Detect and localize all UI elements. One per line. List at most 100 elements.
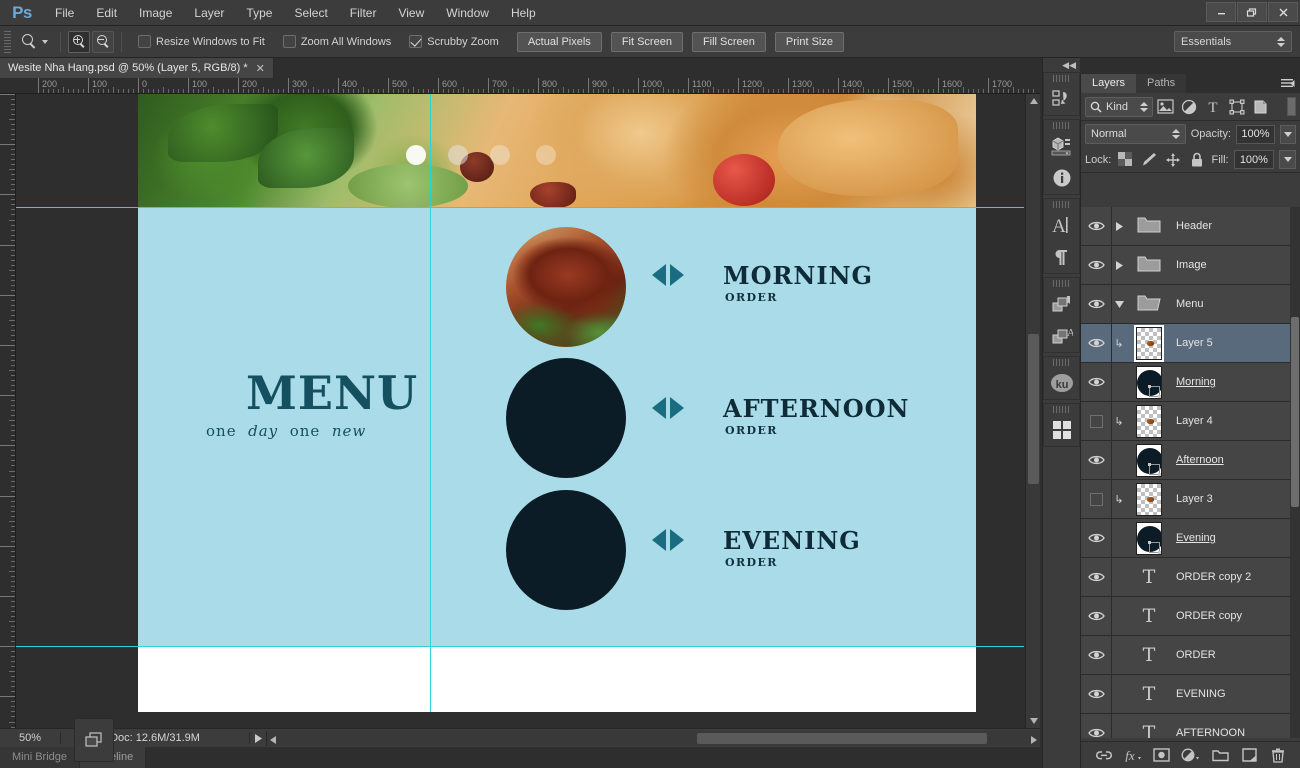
fill-value[interactable]: 100% [1233,150,1275,169]
fill-screen-button[interactable]: Fill Screen [691,31,766,52]
character-styles-icon[interactable]: A [1044,320,1079,352]
menu-file[interactable]: File [44,0,85,26]
canvas-vertical-scrollbar[interactable] [1025,94,1040,728]
lock-image-icon[interactable] [1140,150,1159,169]
tab-mini-bridge[interactable]: Mini Bridge [0,747,81,768]
eye-icon[interactable] [1081,596,1112,636]
scroll-right-icon[interactable] [1031,735,1037,747]
eye-icon[interactable] [1081,245,1112,285]
dock-grip[interactable] [1053,359,1070,366]
zoom-all-windows-checkbox[interactable]: Zoom All Windows [274,35,400,48]
layer-row[interactable]: T ORDER copy 2 [1081,557,1300,597]
layer-row[interactable]: Afternoon [1081,440,1300,480]
canvas-horizontal-scrollbar[interactable] [266,730,1040,747]
layer-row[interactable]: ↳ Layer 3 [1081,479,1300,519]
scroll-left-icon[interactable] [270,735,276,747]
eye-hidden-box[interactable] [1081,479,1112,519]
eye-icon[interactable] [1081,518,1112,558]
layer-style-icon[interactable]: fx [1123,745,1143,765]
workspace-grid-icon[interactable] [1044,414,1079,446]
lock-transparent-icon[interactable] [1116,150,1135,169]
adjustment-layer-icon[interactable] [1181,745,1201,765]
eye-icon[interactable] [1081,207,1112,246]
scrollbar-thumb[interactable] [1028,334,1039,484]
minimize-button[interactable] [1206,2,1236,22]
carousel-dot-1[interactable] [406,145,426,165]
new-layer-icon[interactable] [1239,745,1259,765]
filter-kind-select[interactable]: Kind [1085,96,1153,117]
menu-type[interactable]: Type [235,0,283,26]
layer-row[interactable]: Menu [1081,284,1300,324]
layer-thumbnail[interactable] [1126,215,1172,237]
new-group-icon[interactable] [1210,745,1230,765]
layer-mask-icon[interactable] [1152,745,1172,765]
eye-icon[interactable] [1081,635,1112,675]
horizontal-ruler[interactable]: 200 100 0 100 200 300 400 500 600 700 800 900 1000 11… [0,78,1040,94]
layer-row[interactable]: T ORDER [1081,635,1300,675]
layer-thumbnail[interactable] [1126,365,1172,399]
eye-hidden-box[interactable] [1081,401,1112,441]
delete-layer-icon[interactable] [1268,745,1288,765]
panel-menu-icon[interactable] [1281,78,1295,92]
layer-thumbnail[interactable] [1126,404,1172,438]
workspace-selector[interactable]: Essentials [1174,31,1292,52]
opacity-value[interactable]: 100% [1236,124,1275,144]
layer-row[interactable]: Image [1081,245,1300,285]
visibility-toggle-off[interactable] [1089,492,1103,506]
layer-thumbnail[interactable]: T [1126,561,1172,594]
filter-adjustment-icon[interactable] [1177,96,1201,118]
eye-icon[interactable] [1081,323,1112,363]
status-flyout-icon[interactable] [250,733,266,743]
filter-type-icon[interactable]: T [1201,96,1225,118]
layer-thumbnail[interactable]: T [1126,678,1172,711]
layer-row[interactable]: Evening [1081,518,1300,558]
history-icon[interactable] [1044,83,1079,115]
zoom-level[interactable]: 50% [0,732,60,744]
dock-grip[interactable] [1053,122,1070,129]
chevron-right-icon[interactable] [1112,260,1126,270]
eye-icon[interactable] [1081,440,1112,480]
3d-icon[interactable] [1044,130,1079,162]
dock-grip[interactable] [1053,280,1070,287]
layer-thumbnail[interactable]: T [1126,600,1172,633]
menu-edit[interactable]: Edit [85,0,128,26]
eye-icon[interactable] [1081,284,1112,324]
layer-comps-icon[interactable] [1044,288,1079,320]
resize-windows-to-fit-checkbox[interactable]: Resize Windows to Fit [129,35,274,48]
close-button[interactable] [1268,2,1298,22]
layer-row[interactable]: ↳ Layer 4 [1081,401,1300,441]
layer-row[interactable]: T AFTERNOON [1081,713,1300,738]
scroll-up-icon[interactable] [1026,94,1040,108]
filter-smartobject-icon[interactable] [1249,96,1273,118]
current-tool-preset[interactable] [17,34,53,49]
link-layers-icon[interactable] [1094,745,1114,765]
layer-row[interactable]: Header [1081,207,1300,246]
layer-thumbnail[interactable] [1126,443,1172,477]
filter-shape-icon[interactable] [1225,96,1249,118]
filter-pixel-icon[interactable] [1153,96,1177,118]
layer-thumbnail[interactable] [1126,254,1172,276]
document-tab[interactable]: Wesite Nha Hang.psd @ 50% (Layer 5, RGB/… [0,58,274,78]
layers-scrollbar[interactable] [1290,207,1300,738]
eye-icon[interactable] [1081,557,1112,597]
lock-position-icon[interactable] [1164,150,1183,169]
info-icon[interactable] [1044,162,1079,194]
lock-all-icon[interactable] [1188,150,1207,169]
dock-grip[interactable] [1053,75,1070,82]
scroll-down-icon[interactable] [1026,714,1040,728]
opacity-slider-button[interactable] [1279,124,1296,144]
collapse-dock-button[interactable]: ◀◀ [1043,58,1080,72]
zoom-in-button[interactable] [68,30,90,53]
layer-thumbnail[interactable] [1126,324,1172,362]
layers-list[interactable]: Header Image Menu ↳ Layer 5 Morning ↳ Layer 4 A… [1081,207,1300,738]
eye-icon[interactable] [1081,674,1112,714]
filter-enable-toggle[interactable] [1287,97,1296,116]
layer-row[interactable]: ↳ Layer 5 [1081,323,1300,363]
character-icon[interactable]: A [1044,209,1079,241]
scrollbar-thumb[interactable] [1291,317,1299,507]
fill-slider-button[interactable] [1279,150,1297,169]
menu-window[interactable]: Window [435,0,500,26]
menu-filter[interactable]: Filter [339,0,388,26]
eye-icon[interactable] [1081,362,1112,402]
layer-row[interactable]: Morning [1081,362,1300,402]
